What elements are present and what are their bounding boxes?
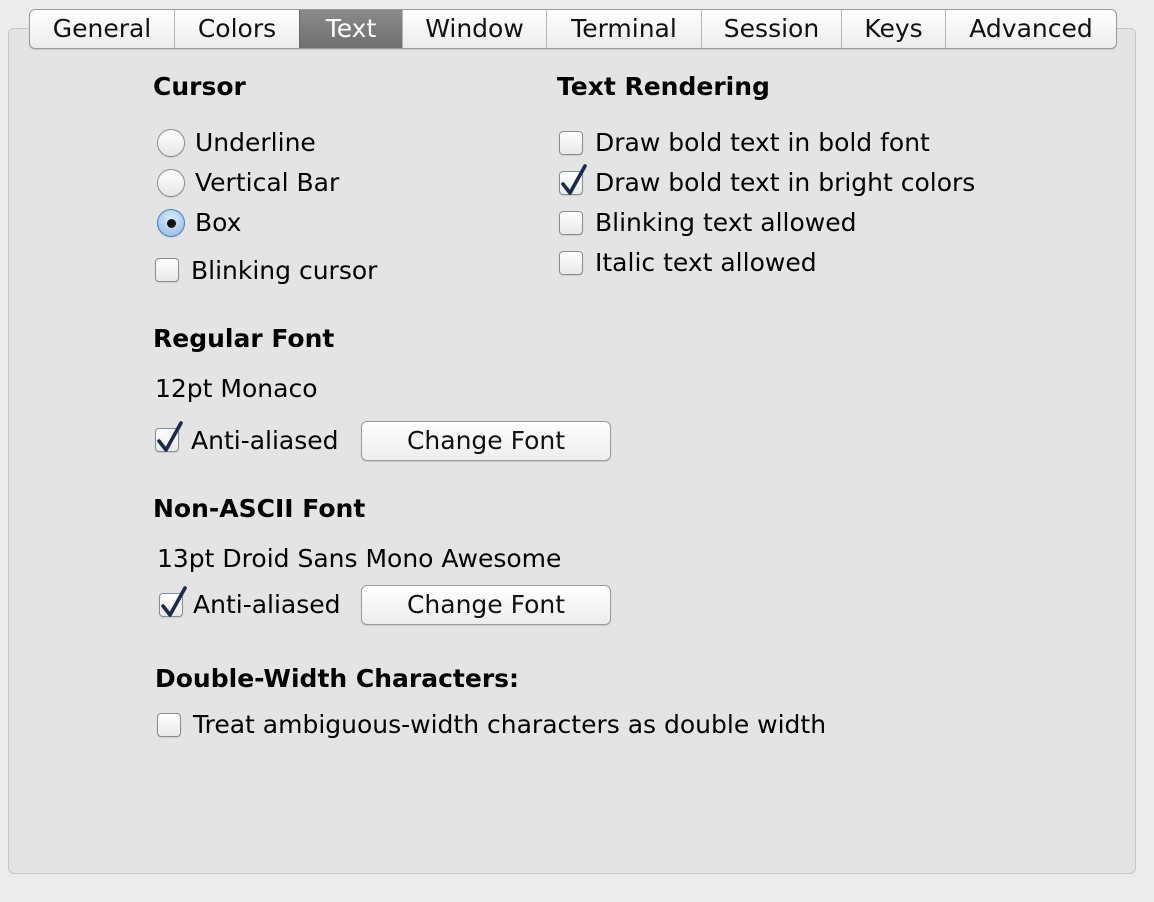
tab-session[interactable]: Session [701,10,841,48]
text-rendering-heading: Text Rendering [557,72,770,101]
tab-general[interactable]: General [30,10,174,48]
double-width-label[interactable]: Treat ambiguous-width characters as doub… [193,710,826,740]
tab-bar: General Colors Text Window Terminal Sess… [29,9,1117,49]
tab-terminal[interactable]: Terminal [546,10,701,48]
nonascii-antialiased-label[interactable]: Anti-aliased [193,590,341,620]
blinking-text-label[interactable]: Blinking text allowed [595,208,856,238]
checkmark-icon [161,586,187,617]
cursor-heading: Cursor [153,72,246,101]
cursor-box-radio[interactable] [157,209,185,237]
tab-advanced[interactable]: Advanced [945,10,1116,48]
regular-change-font-button[interactable]: Change Font [361,421,611,461]
blinking-text-checkbox[interactable] [559,211,583,235]
tab-window[interactable]: Window [402,10,546,48]
tab-text[interactable]: Text [299,10,402,48]
nonascii-font-value: 13pt Droid Sans Mono Awesome [157,544,562,573]
tab-keys[interactable]: Keys [841,10,945,48]
checkmark-icon [561,164,587,195]
blinking-cursor-label[interactable]: Blinking cursor [191,256,377,286]
regular-antialiased-checkbox[interactable] [155,421,183,452]
nonascii-font-heading: Non-ASCII Font [153,494,366,523]
nonascii-change-font-button[interactable]: Change Font [361,585,611,625]
cursor-vertical-bar-radio[interactable] [157,169,185,197]
bold-font-label[interactable]: Draw bold text in bold font [595,128,930,158]
bright-colors-checkbox[interactable] [559,164,587,195]
tab-colors[interactable]: Colors [174,10,299,48]
cursor-box-label[interactable]: Box [195,208,241,238]
italic-text-label[interactable]: Italic text allowed [595,248,817,278]
regular-antialiased-label[interactable]: Anti-aliased [191,426,339,456]
blinking-cursor-checkbox[interactable] [155,258,179,282]
radio-selected-dot [166,218,176,228]
cursor-underline-radio[interactable] [157,129,185,157]
bright-colors-label[interactable]: Draw bold text in bright colors [595,168,975,198]
double-width-heading: Double-Width Characters: [155,664,520,693]
nonascii-antialiased-checkbox[interactable] [159,586,187,617]
regular-font-heading: Regular Font [153,324,335,353]
cursor-vertical-bar-label[interactable]: Vertical Bar [195,168,339,198]
bold-font-checkbox[interactable] [559,131,583,155]
checkmark-icon [157,421,183,452]
double-width-checkbox[interactable] [157,713,181,737]
italic-text-checkbox[interactable] [559,251,583,275]
cursor-underline-label[interactable]: Underline [195,128,316,158]
regular-font-value: 12pt Monaco [155,374,318,403]
